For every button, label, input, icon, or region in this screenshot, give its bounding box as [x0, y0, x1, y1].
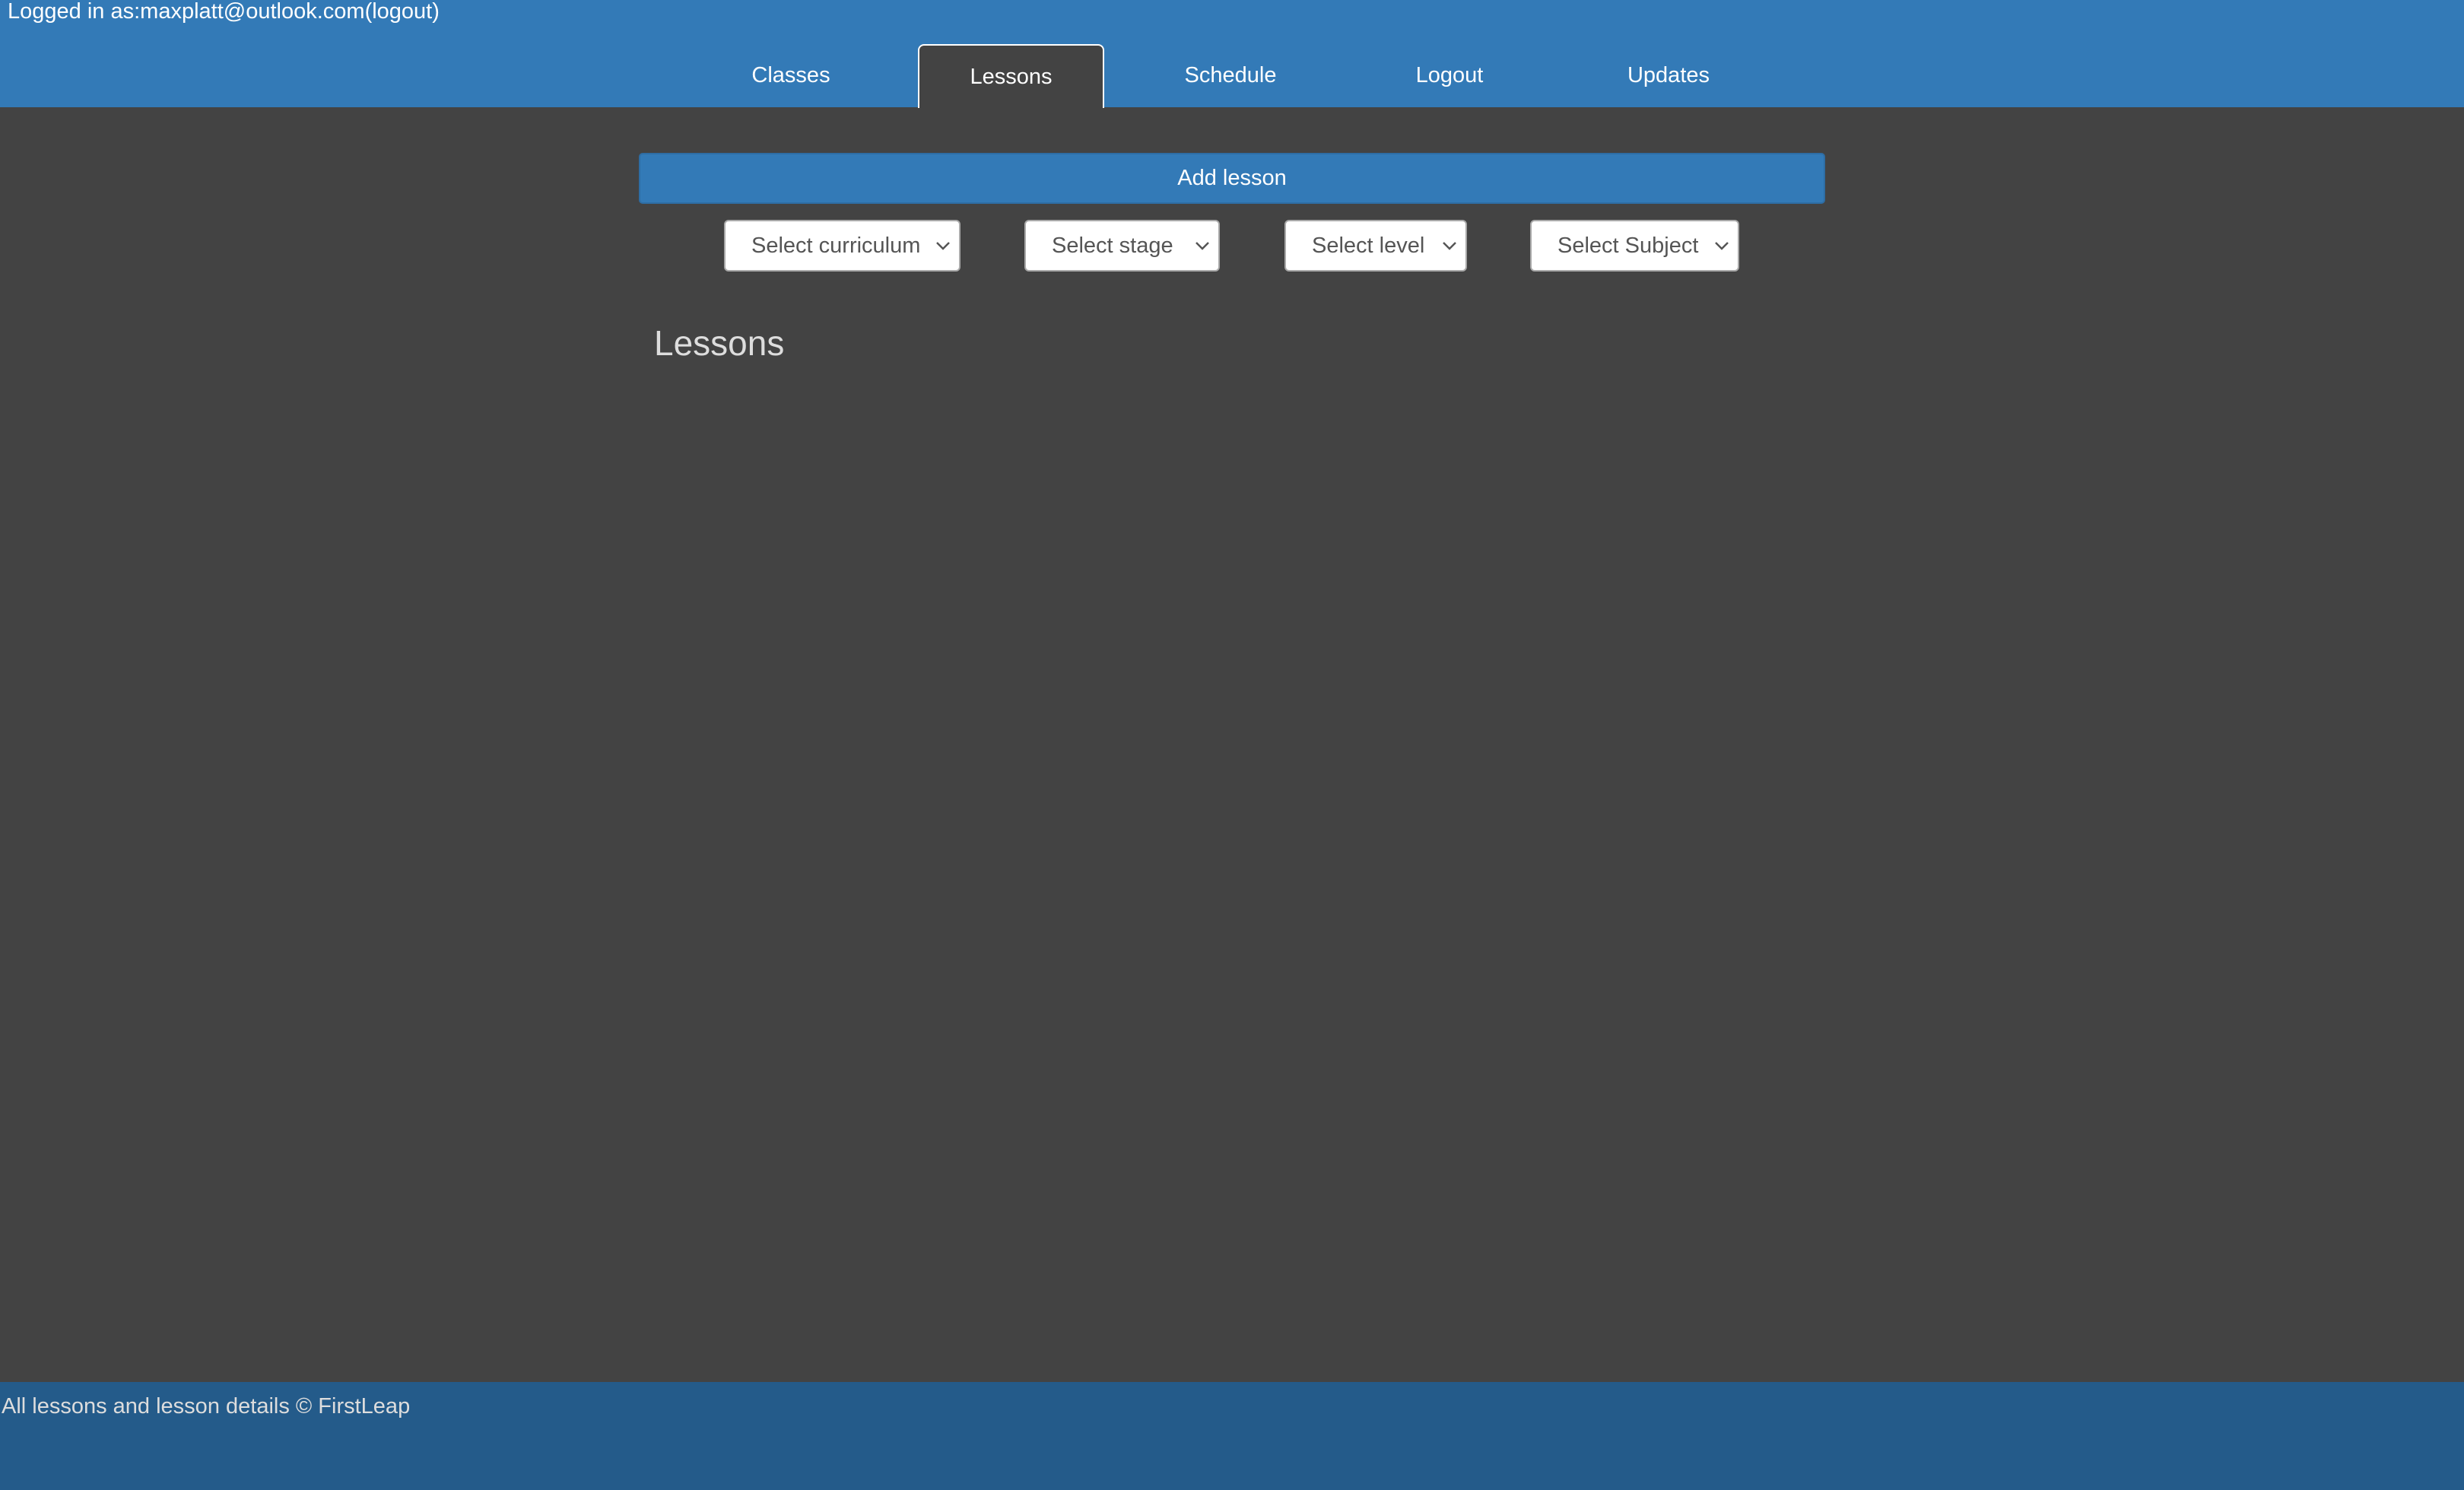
chevron-down-icon [1443, 242, 1456, 250]
curriculum-select-value: Select curriculum [751, 233, 921, 258]
login-info: Logged in as:maxplatt@outlook.com(logout… [8, 0, 440, 23]
stage-select[interactable]: Select stage [1024, 220, 1220, 272]
chevron-down-icon [1715, 242, 1729, 250]
level-select[interactable]: Select level [1284, 220, 1467, 272]
logout-link[interactable]: (logout) [365, 0, 440, 24]
tab-logout[interactable]: Logout [1373, 44, 1526, 107]
chevron-down-icon [936, 242, 950, 250]
tab-updates[interactable]: Updates [1592, 44, 1745, 107]
page-title: Lessons [654, 323, 785, 363]
subject-select[interactable]: Select Subject [1530, 220, 1739, 272]
footer: All lessons and lesson details © FirstLe… [0, 1382, 2464, 1490]
curriculum-select[interactable]: Select curriculum [724, 220, 961, 272]
tab-lessons[interactable]: Lessons [918, 44, 1104, 108]
footer-copyright: All lessons and lesson details © FirstLe… [2, 1394, 411, 1419]
subject-select-value: Select Subject [1557, 233, 1699, 258]
tab-classes[interactable]: Classes [715, 44, 867, 107]
stage-select-value: Select stage [1052, 233, 1173, 258]
add-lesson-button[interactable]: Add lesson [639, 153, 1825, 204]
login-prefix: Logged in as: [8, 0, 141, 24]
main-nav: Classes Lessons Schedule Logout Updates [0, 44, 2464, 108]
level-select-value: Select level [1312, 233, 1425, 258]
top-header: Logged in as:maxplatt@outlook.com(logout… [0, 0, 2464, 108]
user-email: maxplatt@outlook.com [140, 0, 365, 24]
tab-schedule[interactable]: Schedule [1154, 44, 1307, 107]
chevron-down-icon [1195, 242, 1209, 250]
